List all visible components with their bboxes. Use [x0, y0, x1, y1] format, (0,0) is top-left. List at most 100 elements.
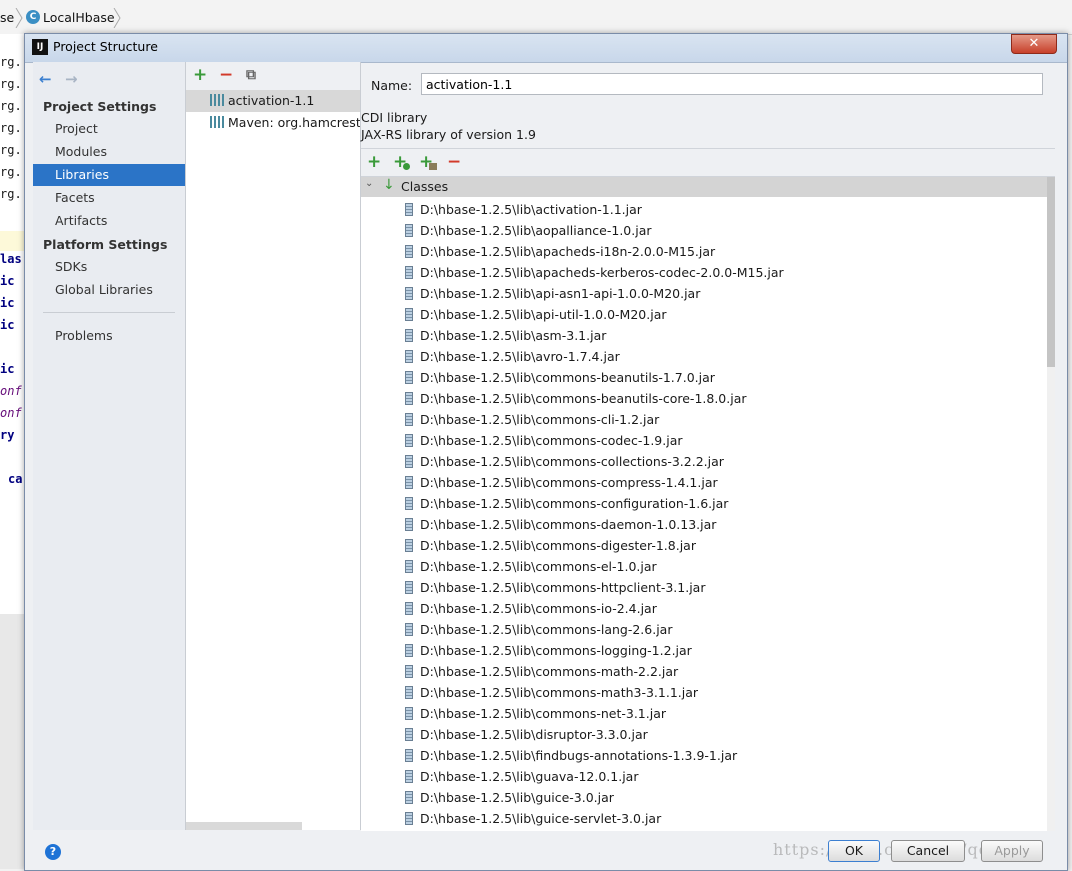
jar-entry[interactable]: D:\hbase-1.2.5\lib\findbugs-annotations-… — [405, 745, 737, 766]
close-button[interactable]: ✕ — [1011, 34, 1057, 54]
jar-entry[interactable]: D:\hbase-1.2.5\lib\commons-codec-1.9.jar — [405, 430, 683, 451]
cancel-button[interactable]: Cancel — [891, 840, 965, 862]
highlighted-code-line — [0, 231, 26, 251]
jar-entry[interactable]: D:\hbase-1.2.5\lib\commons-el-1.0.jar — [405, 556, 657, 577]
class-icon: C — [26, 10, 40, 24]
breadcrumb-separator-icon — [15, 8, 23, 28]
jar-file-icon — [405, 665, 413, 678]
jar-entry[interactable]: D:\hbase-1.2.5\lib\commons-math-2.2.jar — [405, 661, 678, 682]
jar-entry[interactable]: D:\hbase-1.2.5\lib\commons-math3-3.1.1.j… — [405, 682, 698, 703]
remove-root-icon[interactable]: − — [447, 153, 461, 171]
code-line: onf — [0, 384, 22, 398]
jar-entry[interactable]: D:\hbase-1.2.5\lib\asm-3.1.jar — [405, 325, 606, 346]
jar-file-icon — [405, 434, 413, 447]
jar-entry[interactable]: D:\hbase-1.2.5\lib\commons-beanutils-cor… — [405, 388, 747, 409]
jar-entry[interactable]: D:\hbase-1.2.5\lib\commons-beanutils-1.7… — [405, 367, 715, 388]
breadcrumb-item[interactable]: LocalHbase — [43, 8, 115, 28]
jar-entry[interactable]: D:\hbase-1.2.5\lib\guava-12.0.1.jar — [405, 766, 638, 787]
scrollbar-thumb[interactable] — [1047, 177, 1055, 367]
jar-entry[interactable]: D:\hbase-1.2.5\lib\avro-1.7.4.jar — [405, 346, 620, 367]
jar-entry[interactable]: D:\hbase-1.2.5\lib\commons-configuration… — [405, 493, 728, 514]
jar-path: D:\hbase-1.2.5\lib\commons-math3-3.1.1.j… — [420, 685, 699, 700]
jar-entry[interactable]: D:\hbase-1.2.5\lib\commons-compress-1.4.… — [405, 472, 718, 493]
classes-tree[interactable]: ⌄ ↓ Classes D:\hbase-1.2.5\lib\activatio… — [361, 176, 1055, 831]
jar-path: D:\hbase-1.2.5\lib\commons-io-2.4.jar — [420, 601, 657, 616]
sidebar-item-modules[interactable]: Modules — [33, 141, 185, 163]
add-library-icon[interactable]: + — [193, 66, 207, 84]
jar-path: D:\hbase-1.2.5\lib\commons-compress-1.4.… — [420, 475, 718, 490]
breadcrumb-item[interactable]: se — [0, 8, 14, 28]
jar-entry[interactable]: D:\hbase-1.2.5\lib\commons-logging-1.2.j… — [405, 640, 692, 661]
jar-path: D:\hbase-1.2.5\lib\apacheds-kerberos-cod… — [420, 265, 784, 280]
sidebar-item-facets[interactable]: Facets — [33, 187, 185, 209]
jar-entry[interactable]: D:\hbase-1.2.5\lib\commons-io-2.4.jar — [405, 598, 657, 619]
ide-breadcrumb-bar: se C LocalHbase — [0, 0, 1072, 35]
jar-path: D:\hbase-1.2.5\lib\commons-daemon-1.0.13… — [420, 517, 717, 532]
jar-entry[interactable]: D:\hbase-1.2.5\lib\commons-lang-2.6.jar — [405, 619, 672, 640]
library-item[interactable]: activation-1.1 — [186, 90, 360, 112]
project-structure-dialog: IJ Project Structure ✕ ← → Project Setti… — [24, 33, 1068, 871]
jar-entry[interactable]: D:\hbase-1.2.5\lib\commons-collections-3… — [405, 451, 724, 472]
apply-button[interactable]: Apply — [981, 840, 1043, 862]
jar-entry[interactable]: D:\hbase-1.2.5\lib\apacheds-kerberos-cod… — [405, 262, 784, 283]
code-editor[interactable]: rg. rg. rg. rg. rg. rg. rg. las ic ic ic ic onf onf ry… — [0, 34, 27, 614]
jar-entry[interactable]: D:\hbase-1.2.5\lib\guice-servlet-3.0.jar — [405, 808, 661, 829]
jar-path: D:\hbase-1.2.5\lib\apacheds-i18n-2.0.0-M… — [420, 244, 716, 259]
horizontal-scrollbar[interactable] — [186, 822, 302, 830]
code-line: rg. — [0, 77, 22, 91]
jar-entry[interactable]: D:\hbase-1.2.5\lib\guice-3.0.jar — [405, 787, 614, 808]
forward-arrow-icon[interactable]: → — [65, 70, 78, 88]
jar-path: D:\hbase-1.2.5\lib\commons-math-2.2.jar — [420, 664, 679, 679]
library-name-input[interactable] — [421, 73, 1043, 95]
jar-path: D:\hbase-1.2.5\lib\disruptor-3.3.0.jar — [420, 727, 648, 742]
dialog-title: Project Structure — [53, 39, 158, 54]
code-line: rg. — [0, 55, 22, 69]
jar-path: D:\hbase-1.2.5\lib\commons-digester-1.8.… — [420, 538, 696, 553]
jar-entry[interactable]: D:\hbase-1.2.5\lib\api-asn1-api-1.0.0-M2… — [405, 283, 700, 304]
sidebar-item-artifacts[interactable]: Artifacts — [33, 210, 185, 232]
jar-entry[interactable]: D:\hbase-1.2.5\lib\disruptor-3.3.0.jar — [405, 724, 648, 745]
attach-badge-icon — [403, 163, 410, 170]
jar-entry[interactable]: D:\hbase-1.2.5\lib\activation-1.1.jar — [405, 199, 642, 220]
jar-file-icon — [405, 791, 413, 804]
help-icon[interactable]: ? — [45, 844, 61, 860]
jar-file-icon — [405, 707, 413, 720]
library-details-panel: Name: CDI library JAX-RS library of vers… — [361, 62, 1055, 831]
sidebar-item-global-libraries[interactable]: Global Libraries — [33, 279, 185, 301]
jar-entry[interactable]: D:\hbase-1.2.5\lib\aopalliance-1.0.jar — [405, 220, 652, 241]
sidebar-item-libraries[interactable]: Libraries — [33, 164, 185, 186]
jar-entry[interactable]: D:\hbase-1.2.5\lib\apacheds-i18n-2.0.0-M… — [405, 241, 715, 262]
code-line: onf — [0, 406, 22, 420]
sidebar-item-problems[interactable]: Problems — [33, 325, 185, 347]
code-line: rg. — [0, 187, 22, 201]
jar-entry[interactable]: D:\hbase-1.2.5\lib\commons-cli-1.2.jar — [405, 409, 659, 430]
sidebar-item-sdks[interactable]: SDKs — [33, 256, 185, 278]
copy-library-icon[interactable]: ⧉ — [246, 66, 256, 84]
jar-path: D:\hbase-1.2.5\lib\commons-beanutils-1.7… — [420, 370, 715, 385]
remove-library-icon[interactable]: − — [219, 66, 233, 84]
vertical-scrollbar[interactable] — [1047, 177, 1055, 831]
jar-file-icon — [405, 287, 413, 300]
jar-entry[interactable]: D:\hbase-1.2.5\lib\commons-net-3.1.jar — [405, 703, 666, 724]
jar-entry[interactable]: D:\hbase-1.2.5\lib\commons-digester-1.8.… — [405, 535, 696, 556]
jar-entry[interactable]: D:\hbase-1.2.5\lib\commons-daemon-1.0.13… — [405, 514, 716, 535]
jar-file-icon — [405, 413, 413, 426]
code-line: ry — [0, 428, 15, 442]
jar-file-icon — [405, 581, 413, 594]
add-root-icon[interactable]: + — [367, 153, 381, 171]
ok-button[interactable]: OK — [828, 840, 880, 862]
classes-node[interactable]: ⌄ ↓ Classes — [361, 177, 1047, 197]
jar-entry[interactable]: D:\hbase-1.2.5\lib\commons-httpclient-3.… — [405, 577, 705, 598]
library-icon — [210, 94, 224, 106]
jar-file-icon — [405, 497, 413, 510]
dialog-titlebar[interactable]: IJ Project Structure ✕ — [25, 34, 1067, 63]
library-item[interactable]: Maven: org.hamcrest:h — [186, 112, 360, 134]
back-arrow-icon[interactable]: ← — [39, 70, 52, 88]
code-line: ic — [0, 362, 15, 376]
code-line: las — [0, 252, 22, 266]
jar-path: D:\hbase-1.2.5\lib\aopalliance-1.0.jar — [420, 223, 652, 238]
chevron-down-icon[interactable]: ⌄ — [365, 178, 373, 189]
sidebar-item-project[interactable]: Project — [33, 118, 185, 140]
jar-file-icon — [405, 560, 413, 573]
jar-entry[interactable]: D:\hbase-1.2.5\lib\api-util-1.0.0-M20.ja… — [405, 304, 667, 325]
